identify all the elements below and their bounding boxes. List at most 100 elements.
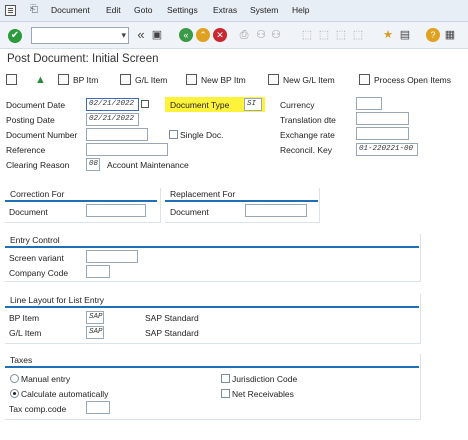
taxes-group: Taxes xyxy=(5,354,421,420)
bp-item-button[interactable]: BP Itm xyxy=(58,73,98,87)
tax-comp-code-label: Tax comp.code xyxy=(9,404,67,414)
jurisdiction-code-label: Jurisdiction Code xyxy=(232,374,298,384)
document-type-field[interactable]: SI xyxy=(244,98,262,111)
group-divider xyxy=(5,306,419,308)
gl-item-label: G/L Item xyxy=(135,75,168,85)
jurisdiction-code-checkbox[interactable] xyxy=(221,374,230,383)
new-gl-item-label: New G/L Item xyxy=(283,75,335,85)
exit-icon[interactable]: ⎗ xyxy=(30,4,38,15)
clearing-reason-text: Account Maintenance xyxy=(107,160,189,170)
replacement-document-field[interactable] xyxy=(245,204,307,217)
standard-toolbar: ✔ ▾ « ▣ « ⌃ ✕ ⎙ ⚇ ⚇ ⬚ ⬚ ⬚ ⬚ ★ ▤ ? ▦ xyxy=(0,22,468,49)
currency-field[interactable] xyxy=(356,97,382,110)
gl-item-layout-field[interactable]: SAP xyxy=(86,326,104,339)
screen-variant-label: Screen variant xyxy=(9,253,64,263)
chevron-down-icon[interactable]: ▾ xyxy=(121,30,126,41)
enter-check-icon[interactable]: ✔ xyxy=(8,29,22,43)
entry-control-title: Entry Control xyxy=(10,235,60,245)
bp-item-layout-field[interactable]: SAP xyxy=(86,311,104,324)
menu-help[interactable]: Help xyxy=(292,5,309,15)
correction-document-label: Document xyxy=(9,207,48,217)
tax-comp-code-field[interactable] xyxy=(86,401,110,414)
reference-field[interactable] xyxy=(86,143,168,156)
net-receivables-checkbox[interactable] xyxy=(221,389,230,398)
table-icon xyxy=(58,74,69,85)
table-icon xyxy=(359,74,370,85)
process-open-items-button[interactable]: Process Open Items xyxy=(359,73,451,87)
app-menu-icon[interactable] xyxy=(5,5,16,16)
double-chevron-left-icon[interactable]: « xyxy=(134,28,148,42)
help-icon[interactable]: ? xyxy=(426,28,440,42)
find-next-icon[interactable]: ⚇ xyxy=(269,28,283,42)
process-open-items-label: Process Open Items xyxy=(374,75,452,85)
save-icon[interactable]: ▣ xyxy=(150,28,164,42)
menu-goto[interactable]: Goto xyxy=(134,5,152,15)
translation-date-field[interactable] xyxy=(356,112,409,125)
currency-label: Currency xyxy=(280,100,315,110)
new-bp-item-label: New BP Itm xyxy=(201,75,246,85)
line-layout-group: Line Layout for List Entry xyxy=(5,294,421,344)
document-date-label: Document Date xyxy=(6,100,66,110)
correction-document-field[interactable] xyxy=(86,204,146,217)
correction-for-title: Correction For xyxy=(10,189,65,199)
single-doc-checkbox[interactable] xyxy=(169,130,178,139)
application-toolbar: ▲ BP Itm G/L Item New BP Itm New G/L Ite… xyxy=(0,70,468,90)
company-code-label: Company Code xyxy=(9,268,69,278)
calculate-automatically-radio[interactable] xyxy=(10,389,19,398)
clearing-reason-field[interactable]: 08 xyxy=(86,158,100,171)
cancel-icon[interactable]: ✕ xyxy=(213,28,227,42)
translation-date-label: Translation dte xyxy=(280,115,336,125)
print-icon[interactable]: ⎙ xyxy=(237,28,251,42)
bp-item-layout-text: SAP Standard xyxy=(145,313,199,323)
reconcil-key-label: Reconcil. Key xyxy=(280,145,332,155)
tree-icon[interactable] xyxy=(6,73,21,87)
document-number-label: Document Number xyxy=(6,130,78,140)
manual-entry-radio[interactable] xyxy=(10,374,19,383)
single-doc-label: Single Doc. xyxy=(180,130,224,140)
new-gl-item-button[interactable]: New G/L Item xyxy=(268,73,335,87)
exit-up-icon[interactable]: ⌃ xyxy=(196,28,210,42)
next-page-icon[interactable]: ⬚ xyxy=(334,28,348,42)
first-page-icon[interactable]: ⬚ xyxy=(300,28,314,42)
menu-system[interactable]: System xyxy=(250,5,278,15)
exchange-rate-label: Exchange rate xyxy=(280,130,335,140)
table-icon xyxy=(120,74,131,85)
company-code-field[interactable] xyxy=(86,265,110,278)
new-session-icon[interactable]: ★ xyxy=(381,28,395,42)
previous-page-icon[interactable]: ⬚ xyxy=(317,28,331,42)
menu-document[interactable]: Document xyxy=(51,5,90,15)
clearing-reason-label: Clearing Reason xyxy=(6,160,70,170)
replacement-document-label: Document xyxy=(170,207,209,217)
page-title: Post Document: Initial Screen xyxy=(7,53,159,65)
gl-item-button[interactable]: G/L Item xyxy=(120,73,167,87)
posting-date-field[interactable]: 02/21/2022 xyxy=(86,113,139,126)
gl-item-layout-text: SAP Standard xyxy=(145,328,199,338)
document-date-field[interactable]: 02/21/2022 xyxy=(86,98,139,111)
screen-variant-field[interactable] xyxy=(86,250,138,263)
net-receivables-label: Net Receivables xyxy=(232,389,294,399)
exchange-rate-field[interactable] xyxy=(356,127,409,140)
document-type-label: Document Type xyxy=(170,100,230,110)
back-icon[interactable]: « xyxy=(179,28,193,42)
shapes-icon[interactable]: ▲ xyxy=(35,73,46,87)
gl-item-layout-label: G/L Item xyxy=(9,328,42,338)
menu-extras[interactable]: Extras xyxy=(213,5,237,15)
shortcut-icon[interactable]: ▤ xyxy=(398,28,412,42)
manual-entry-label: Manual entry xyxy=(21,374,71,384)
document-number-field[interactable] xyxy=(86,128,148,141)
calculate-automatically-label: Calculate automatically xyxy=(21,389,109,399)
reconcil-key-field[interactable]: 01-220221-00 xyxy=(356,143,418,156)
command-field[interactable]: ▾ xyxy=(31,27,129,44)
menu-settings[interactable]: Settings xyxy=(167,5,198,15)
new-bp-item-button[interactable]: New BP Itm xyxy=(186,73,246,87)
menu-edit[interactable]: Edit xyxy=(106,5,121,15)
group-divider xyxy=(165,200,318,202)
reference-label: Reference xyxy=(6,145,46,155)
last-page-icon[interactable]: ⬚ xyxy=(351,28,365,42)
customize-layout-icon[interactable]: ▦ xyxy=(443,28,457,42)
bp-item-label: BP Itm xyxy=(73,75,99,85)
find-icon[interactable]: ⚇ xyxy=(254,28,268,42)
taxes-title: Taxes xyxy=(10,355,33,365)
group-divider xyxy=(5,246,419,248)
calendar-icon[interactable] xyxy=(141,100,149,108)
